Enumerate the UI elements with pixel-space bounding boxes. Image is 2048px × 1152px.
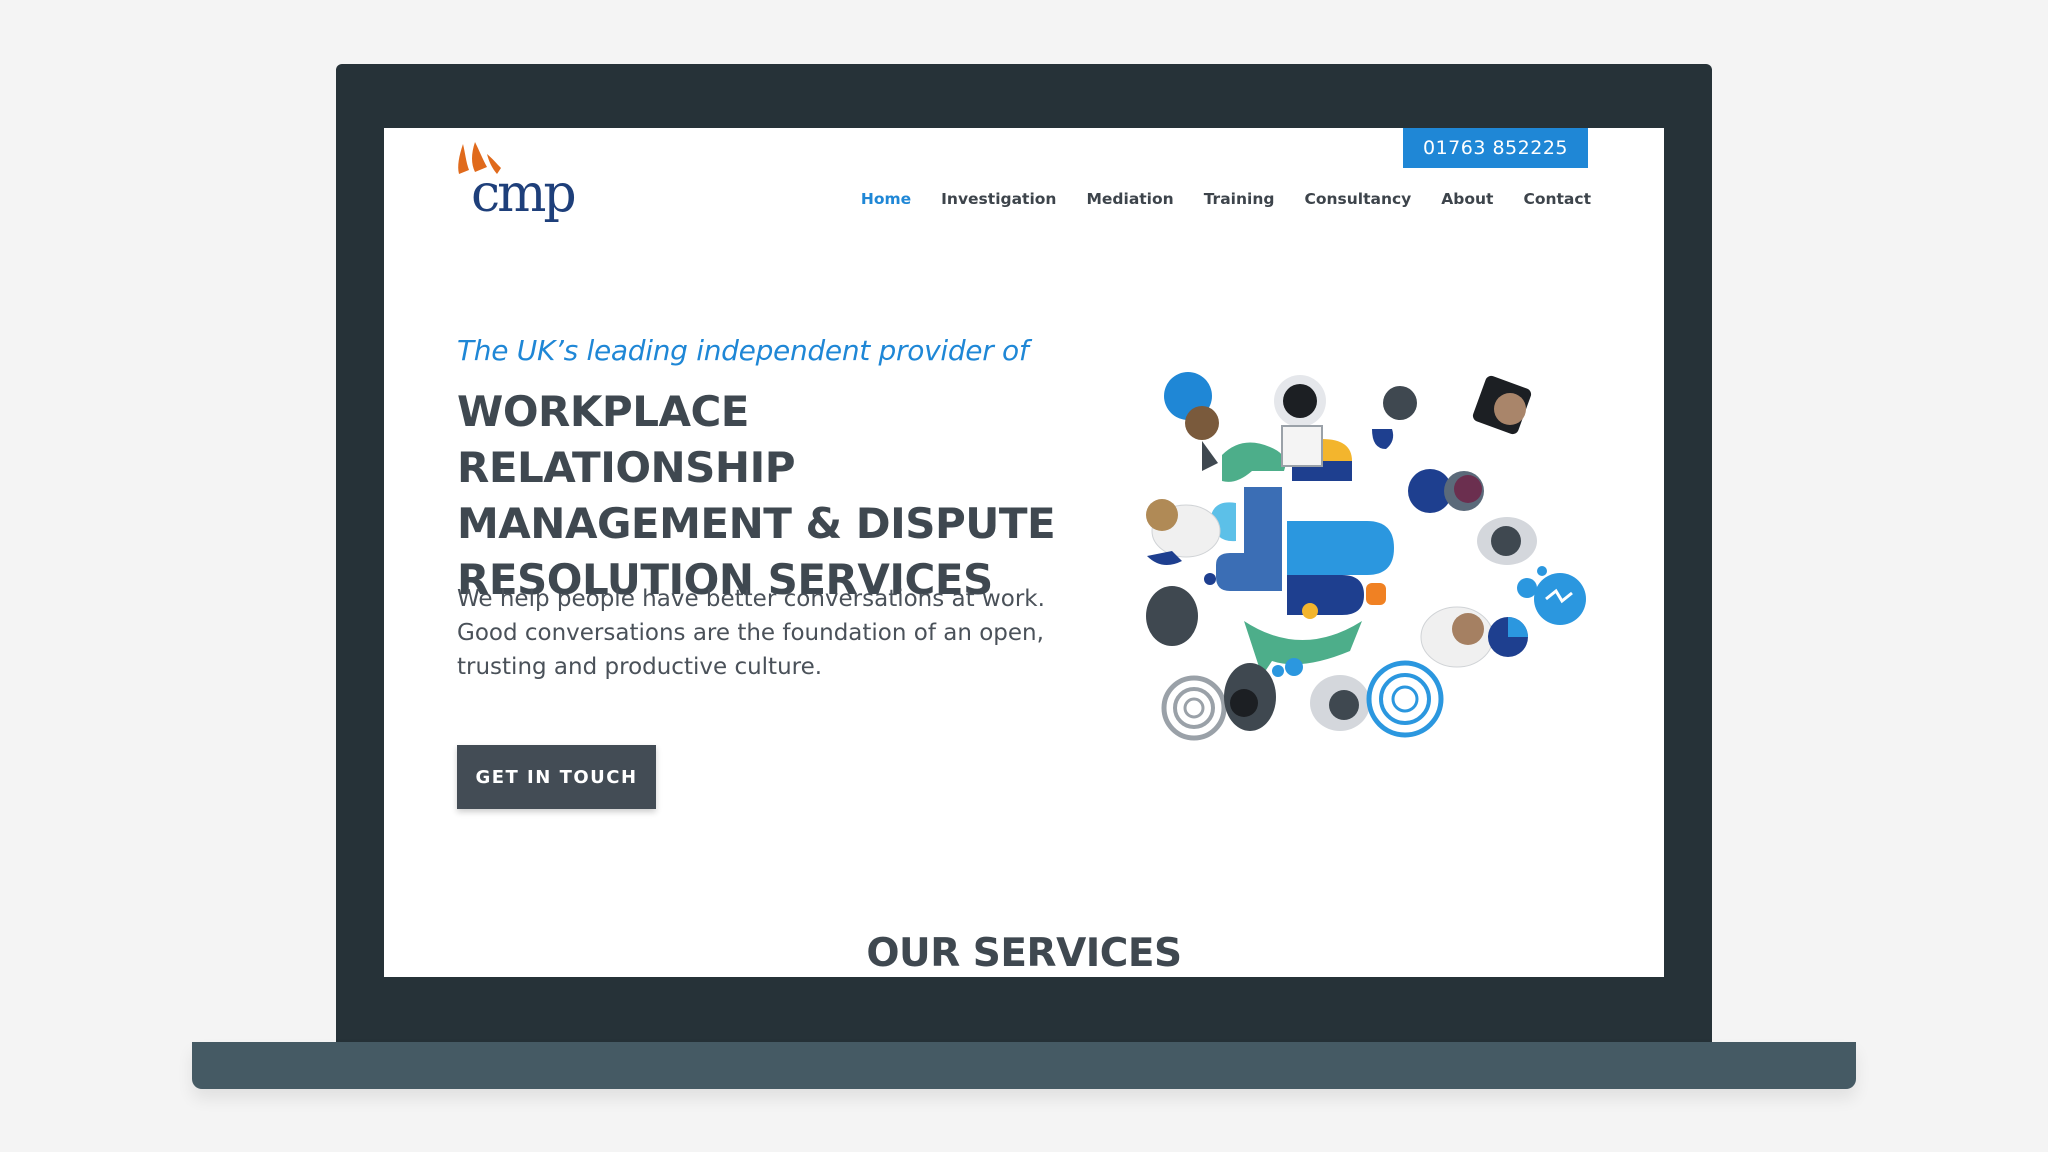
get-in-touch-button[interactable]: GET IN TOUCH: [457, 745, 656, 809]
hero-headline: WORKPLACE RELATIONSHIP MANAGEMENT & DISP…: [457, 384, 1097, 608]
our-services-heading: OUR SERVICES: [866, 931, 1182, 976]
hero-intro: We help people have better conversations…: [457, 582, 1077, 684]
logo-wordmark: cmp: [471, 164, 577, 224]
headline-line: MANAGEMENT & DISPUTE: [457, 499, 1056, 548]
nav-about[interactable]: About: [1441, 190, 1493, 208]
main-nav: Home Investigation Mediation Training Co…: [861, 190, 1591, 208]
hero-tagline: The UK’s leading independent provider of: [457, 334, 1029, 367]
nav-consultancy[interactable]: Consultancy: [1304, 190, 1411, 208]
intro-line: trusting and productive culture.: [457, 654, 823, 680]
intro-line: Good conversations are the foundation of…: [457, 620, 1044, 646]
nav-training[interactable]: Training: [1204, 190, 1275, 208]
website-screen: 01763 852225 cmp Home Investigation Medi…: [384, 128, 1664, 977]
headline-line: WORKPLACE RELATIONSHIP: [457, 387, 795, 492]
laptop-base: [192, 1042, 1856, 1089]
people-conversation-illustration: [1146, 372, 1586, 741]
nav-investigation[interactable]: Investigation: [941, 190, 1056, 208]
nav-contact[interactable]: Contact: [1523, 190, 1591, 208]
intro-line: We help people have better conversations…: [457, 586, 1045, 612]
cmp-logo[interactable]: cmp: [457, 142, 577, 232]
nav-mediation[interactable]: Mediation: [1086, 190, 1173, 208]
phone-number-button[interactable]: 01763 852225: [1403, 128, 1588, 168]
nav-home[interactable]: Home: [861, 190, 911, 208]
